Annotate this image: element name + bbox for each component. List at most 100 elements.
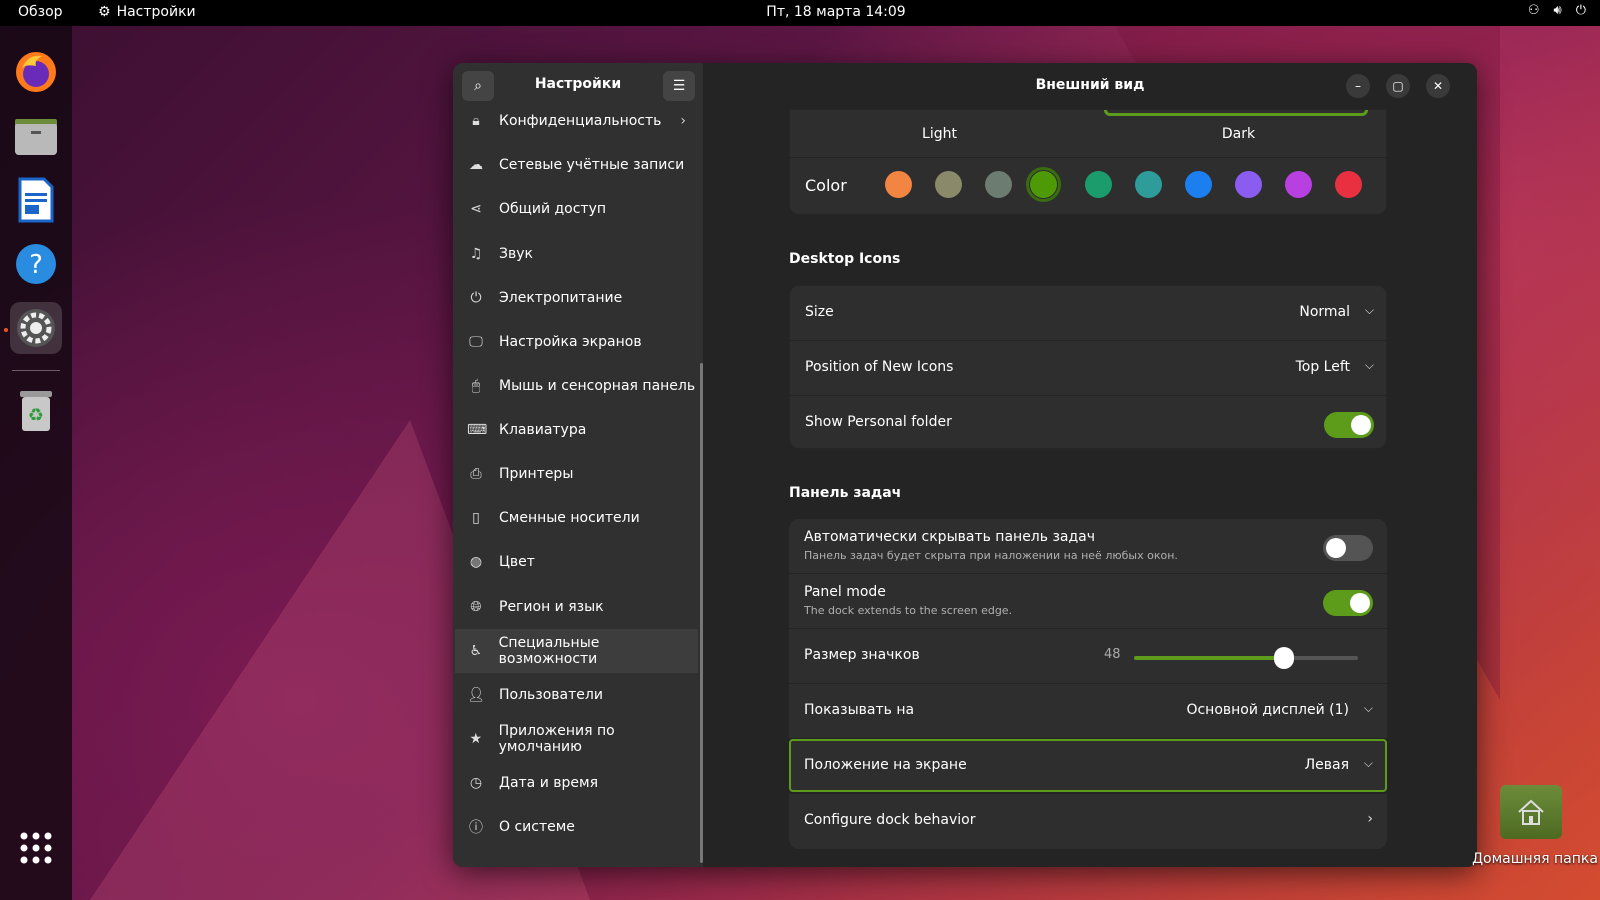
show-on-row[interactable]: Показывать на Основной дисплей (1) ⌵ bbox=[789, 684, 1387, 739]
sidebar-item-label: Приложения по умолчанию bbox=[498, 723, 615, 755]
sidebar-item-sound[interactable]: ♫ Звук bbox=[455, 232, 698, 276]
sidebar-item-online-accounts[interactable]: ☁ Сетевые учётные записи bbox=[455, 143, 698, 187]
color-swatch-blue[interactable] bbox=[1185, 171, 1212, 198]
panel-mode-toggle[interactable] bbox=[1323, 590, 1373, 616]
search-button[interactable]: ⌕ bbox=[462, 71, 494, 101]
sidebar-item-power[interactable]: ⏻ Электропитание bbox=[455, 276, 698, 320]
network-icon: ⚇ bbox=[1527, 3, 1540, 18]
sidebar-item-label: Конфиденциальность bbox=[499, 113, 662, 129]
style-card: Light Dark Color bbox=[789, 109, 1388, 215]
power-icon: ⏻ bbox=[1575, 3, 1586, 18]
minimize-button[interactable]: – bbox=[1346, 74, 1370, 98]
activities-button[interactable]: Обзор bbox=[18, 4, 63, 20]
cloud-icon: ☁ bbox=[469, 157, 483, 173]
sidebar-item-label: Звук bbox=[499, 246, 533, 262]
trash-launcher[interactable]: ♻ bbox=[10, 384, 62, 436]
close-button[interactable]: ✕ bbox=[1426, 74, 1450, 98]
clock-icon: ◷ bbox=[469, 775, 483, 791]
icon-size-label: Size bbox=[805, 304, 834, 320]
dock-card: Автоматически скрывать панель задач Пане… bbox=[789, 519, 1387, 855]
show-on-value: Основной дисплей (1) bbox=[1186, 702, 1349, 718]
personal-folder-toggle[interactable] bbox=[1324, 412, 1374, 438]
music-note-icon: ♫ bbox=[469, 246, 483, 262]
sidebar-item-region[interactable]: 🌐︎ Регион и язык bbox=[455, 585, 698, 629]
gear-icon: ⚙ bbox=[98, 4, 111, 20]
color-row: Color bbox=[790, 158, 1388, 214]
sidebar-item-mouse[interactable]: 🖱︎ Мышь и сенсорная панель bbox=[455, 364, 698, 408]
top-bar: Обзор ⚙ Настройки Пт, 18 марта 14:09 ⚇ 🔊… bbox=[0, 0, 1600, 26]
sidebar-item-accessibility[interactable]: ♿︎ Специальные возможности bbox=[455, 629, 698, 673]
autohide-toggle[interactable] bbox=[1323, 535, 1373, 561]
show-apps-button[interactable] bbox=[10, 822, 62, 874]
settings-sidebar: ⌕ Настройки ☰ 🔒︎ Конфиденциальность › ☁ … bbox=[453, 63, 703, 867]
files-icon bbox=[15, 119, 57, 155]
color-swatch-red[interactable] bbox=[1335, 171, 1362, 198]
sidebar-item-default-apps[interactable]: ★ Приложения по умолчанию bbox=[455, 717, 698, 761]
sidebar-item-about[interactable]: ⓘ О системе bbox=[455, 805, 698, 849]
sidebar-item-removable-media[interactable]: ▯ Сменные носители bbox=[455, 496, 698, 540]
hamburger-menu-icon: ☰ bbox=[672, 78, 686, 94]
sidebar-item-label: Электропитание bbox=[499, 290, 623, 306]
configure-dock-row[interactable]: Configure dock behavior › bbox=[789, 794, 1387, 849]
light-style-option[interactable]: Light bbox=[790, 126, 1089, 142]
slider-thumb[interactable] bbox=[1274, 647, 1295, 669]
new-icons-position-value: Top Left bbox=[1295, 359, 1350, 375]
color-swatch-prussian-green[interactable] bbox=[1135, 171, 1162, 198]
color-swatch-olive[interactable] bbox=[1030, 171, 1057, 198]
dock: ? ♻ bbox=[0, 26, 72, 900]
sidebar-item-date-time[interactable]: ◷ Дата и время bbox=[455, 761, 698, 805]
color-swatch-orange[interactable] bbox=[885, 171, 912, 198]
home-folder-desktop-icon[interactable]: Домашняя папка bbox=[1470, 775, 1600, 875]
sidebar-item-users[interactable]: 👤︎ Пользователи bbox=[455, 673, 698, 717]
accessibility-icon: ♿︎ bbox=[469, 643, 483, 659]
clock-wrapper: Пт, 18 марта 14:09 bbox=[0, 4, 1600, 20]
firefox-launcher[interactable] bbox=[10, 46, 62, 98]
sidebar-item-label: Пользователи bbox=[499, 687, 603, 703]
usb-icon: ▯ bbox=[472, 510, 480, 526]
color-swatch-bark[interactable] bbox=[935, 171, 962, 198]
maximize-button[interactable]: ▢ bbox=[1386, 74, 1410, 98]
files-launcher[interactable] bbox=[10, 110, 62, 162]
desktop-icons-card: Size Normal ⌵ Position of New Icons Top … bbox=[789, 285, 1388, 449]
new-icons-position-label: Position of New Icons bbox=[805, 359, 954, 375]
color-swatch-sage[interactable] bbox=[985, 171, 1012, 198]
screen-position-label: Положение на экране bbox=[804, 757, 967, 773]
sidebar-item-keyboard[interactable]: ⌨ Клавиатура bbox=[455, 408, 698, 452]
color-swatch-viridian[interactable] bbox=[1085, 171, 1112, 198]
color-icon: ◍ bbox=[469, 554, 483, 570]
screen-position-row[interactable]: Положение на экране Левая ⌵ bbox=[789, 739, 1387, 792]
svg-text:?: ? bbox=[29, 250, 43, 280]
sidebar-item-label: Мышь и сенсорная панель bbox=[499, 378, 696, 394]
toggle-knob bbox=[1326, 538, 1346, 558]
settings-launcher[interactable] bbox=[10, 302, 62, 354]
sidebar-item-displays[interactable]: 🖵︎ Настройка экранов bbox=[455, 320, 698, 364]
icon-size-row[interactable]: Size Normal ⌵ bbox=[790, 286, 1388, 341]
dock-icon-size-slider[interactable] bbox=[1134, 647, 1358, 669]
sidebar-item-sharing[interactable]: ⋖ Общий доступ bbox=[455, 187, 698, 231]
help-launcher[interactable]: ? bbox=[10, 238, 62, 290]
dark-style-option[interactable]: Dark bbox=[1089, 126, 1388, 142]
panel-mode-label: Panel mode bbox=[804, 584, 886, 600]
sidebar-item-printers[interactable]: ⎙ Принтеры bbox=[455, 452, 698, 496]
keyboard-icon: ⌨ bbox=[467, 422, 488, 438]
writer-launcher[interactable] bbox=[10, 174, 62, 226]
panel-mode-row: Panel mode The dock extends to the scree… bbox=[789, 574, 1387, 629]
sidebar-item-label: О системе bbox=[499, 819, 575, 835]
monitor-icon: 🖵︎ bbox=[469, 334, 483, 350]
system-status-area[interactable]: ⚇ 🔊︎ ⏻ bbox=[1528, 3, 1586, 18]
close-icon: ✕ bbox=[1432, 79, 1444, 93]
clock[interactable]: Пт, 18 марта 14:09 bbox=[766, 4, 905, 20]
app-menu[interactable]: ⚙ Настройки bbox=[98, 4, 196, 20]
globe-icon: 🌐︎ bbox=[470, 599, 482, 615]
color-swatch-magenta[interactable] bbox=[1285, 171, 1312, 198]
desktop-icons-heading: Desktop Icons bbox=[789, 251, 901, 267]
sidebar-title: Настройки bbox=[534, 76, 622, 92]
color-swatch-purple[interactable] bbox=[1235, 171, 1262, 198]
main-menu-button[interactable]: ☰ bbox=[663, 71, 695, 101]
sidebar-item-privacy[interactable]: 🔒︎ Конфиденциальность › bbox=[455, 99, 698, 143]
sidebar-item-color[interactable]: ◍ Цвет bbox=[455, 540, 698, 584]
new-icons-position-row[interactable]: Position of New Icons Top Left ⌵ bbox=[790, 341, 1388, 396]
dock-icon-size-value: 48 bbox=[1104, 647, 1121, 662]
mouse-icon: 🖱︎ bbox=[471, 378, 481, 394]
home-folder-icon bbox=[1500, 785, 1562, 839]
